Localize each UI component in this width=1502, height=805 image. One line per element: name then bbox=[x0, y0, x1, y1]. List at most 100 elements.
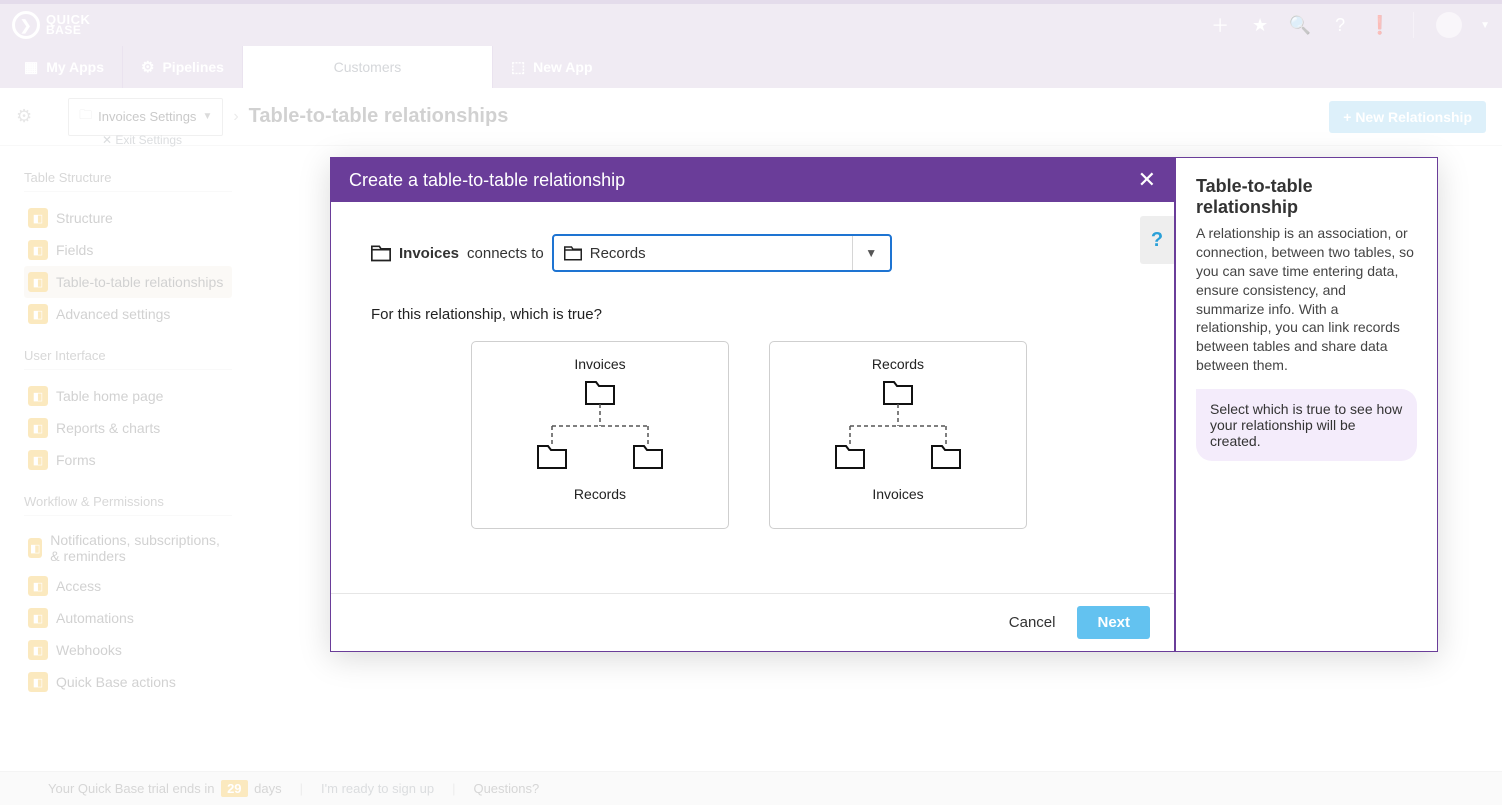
tab-customers[interactable]: Customers bbox=[243, 46, 493, 88]
sidebar-item[interactable]: ◧ Reports & charts bbox=[24, 412, 232, 444]
sidebar-item-icon: ◧ bbox=[28, 272, 48, 292]
sidebar-item-label: Structure bbox=[56, 210, 113, 226]
settings-dropdown[interactable]: 🗀 Invoices Settings ▼ bbox=[68, 98, 223, 136]
help-title: Table-to-table relationship bbox=[1196, 176, 1417, 218]
sidebar-group-title: User Interface bbox=[24, 348, 232, 370]
sidebar-item-icon: ◧ bbox=[28, 672, 48, 692]
sidebar-item-label: Quick Base actions bbox=[56, 674, 176, 690]
exit-settings[interactable]: ✕ Exit Settings bbox=[62, 128, 222, 152]
connects-to-label: connects to bbox=[467, 245, 544, 262]
sidebar-item-icon: ◧ bbox=[28, 576, 48, 596]
tab-pipelines[interactable]: ⚙Pipelines bbox=[123, 46, 243, 88]
tab-my-apps[interactable]: ▦My Apps bbox=[6, 46, 123, 88]
modal: Create a table-to-table relationship ✕ ?… bbox=[330, 157, 1438, 652]
help-panel: Table-to-table relationship A relationsh… bbox=[1176, 158, 1437, 651]
folder-icon bbox=[371, 244, 391, 262]
footer: Your Quick Base trial ends in 29 days | … bbox=[0, 771, 1502, 805]
hierarchy-icon bbox=[520, 374, 680, 484]
sidebar-item-label: Forms bbox=[56, 452, 96, 468]
next-button[interactable]: Next bbox=[1077, 606, 1150, 639]
folder-icon bbox=[564, 245, 582, 261]
cancel-button[interactable]: Cancel bbox=[1009, 614, 1056, 631]
sidebar-item-label: Notifications, subscriptions, & reminder… bbox=[50, 532, 228, 564]
sidebar-item-label: Table-to-table relationships bbox=[56, 274, 223, 290]
sidebar: Table Structure ◧ Structure ◧ Fields ◧ Table-t… bbox=[0, 146, 248, 771]
page-title: Table-to-table relationships bbox=[249, 105, 509, 128]
hierarchy-icon bbox=[818, 374, 978, 484]
sidebar-item-label: Access bbox=[56, 578, 101, 594]
card1-top: Invoices bbox=[574, 356, 625, 372]
sidebar-item-icon: ◧ bbox=[28, 608, 48, 628]
card1-bottom: Records bbox=[574, 486, 626, 502]
settings-dropdown-label: Invoices Settings bbox=[98, 109, 196, 124]
sidebar-item-label: Advanced settings bbox=[56, 306, 170, 322]
source-table: Invoices bbox=[399, 245, 459, 262]
chevron-down-icon: ▼ bbox=[202, 111, 212, 122]
sidebar-item[interactable]: ◧ Access bbox=[24, 570, 232, 602]
chevron-down-icon: ▼ bbox=[852, 236, 890, 270]
add-icon[interactable]: ＋ bbox=[1209, 14, 1231, 36]
relationship-option-1[interactable]: Invoices Records bbox=[471, 341, 729, 529]
tabs: ▦My Apps ⚙Pipelines Customers ⬚New App bbox=[0, 46, 1502, 88]
brand: ❯ QUICK BASE bbox=[12, 11, 90, 39]
star-icon[interactable]: ★ bbox=[1249, 14, 1271, 36]
sidebar-item-icon: ◧ bbox=[28, 208, 48, 228]
help-icon[interactable]: ? bbox=[1329, 14, 1351, 36]
page-header: ⚙ 🗀 Invoices Settings ▼ › Table-to-table… bbox=[0, 88, 1502, 146]
card2-top: Records bbox=[872, 356, 924, 372]
help-hint: Select which is true to see how your rel… bbox=[1196, 389, 1417, 461]
modal-help-button[interactable]: ? bbox=[1140, 216, 1174, 264]
search-icon[interactable]: 🔍 bbox=[1289, 14, 1311, 36]
sidebar-item-label: Webhooks bbox=[56, 642, 122, 658]
brand-word-1: QUICK bbox=[46, 14, 90, 26]
caret-down-icon[interactable]: ▼ bbox=[1480, 20, 1490, 31]
sidebar-item-icon: ◧ bbox=[28, 418, 48, 438]
sidebar-item-icon: ◧ bbox=[28, 538, 42, 558]
sidebar-item[interactable]: ◧ Notifications, subscriptions, & reminde… bbox=[24, 526, 232, 570]
signup-link[interactable]: I'm ready to sign up bbox=[321, 781, 434, 796]
sidebar-item[interactable]: ◧ Table home page bbox=[24, 380, 232, 412]
sidebar-item[interactable]: ◧ Structure bbox=[24, 202, 232, 234]
folder-gear-icon: 🗀 bbox=[79, 106, 92, 128]
avatar[interactable] bbox=[1436, 12, 1462, 38]
tab-new-app[interactable]: ⬚New App bbox=[493, 46, 611, 88]
sidebar-item[interactable]: ◧ Automations bbox=[24, 602, 232, 634]
sidebar-item-icon: ◧ bbox=[28, 386, 48, 406]
sidebar-item[interactable]: ◧ Table-to-table relationships bbox=[24, 266, 232, 298]
sidebar-group-title: Table Structure bbox=[24, 170, 232, 192]
trial-text: Your Quick Base trial ends in 29 days bbox=[48, 780, 282, 797]
sidebar-item-icon: ◧ bbox=[28, 240, 48, 260]
relationship-option-2[interactable]: Records Invoices bbox=[769, 341, 1027, 529]
modal-header: Create a table-to-table relationship ✕ bbox=[331, 158, 1174, 202]
help-body: A relationship is an association, or con… bbox=[1196, 224, 1417, 375]
close-icon[interactable]: ✕ bbox=[1138, 167, 1156, 193]
sidebar-item-icon: ◧ bbox=[28, 450, 48, 470]
trial-days: 29 bbox=[221, 780, 247, 797]
sidebar-item-label: Table home page bbox=[56, 388, 163, 404]
connect-row: Invoices connects to Records ▼ bbox=[371, 234, 1134, 272]
topbar: ❯ QUICK BASE ＋ ★ 🔍 ? ❗ ▼ bbox=[0, 0, 1502, 46]
sidebar-item[interactable]: ◧ Advanced settings bbox=[24, 298, 232, 330]
new-relationship-button[interactable]: + New Relationship bbox=[1329, 101, 1486, 133]
modal-footer: Cancel Next bbox=[331, 593, 1174, 651]
alert-icon[interactable]: ❗ bbox=[1369, 14, 1391, 36]
sidebar-item[interactable]: ◧ Fields bbox=[24, 234, 232, 266]
grid-icon: ▦ bbox=[24, 58, 38, 76]
cube-icon: ⬚ bbox=[511, 58, 525, 76]
questions-link[interactable]: Questions? bbox=[473, 781, 539, 796]
gear-icon[interactable]: ⚙ bbox=[16, 106, 32, 127]
brand-word-2: BASE bbox=[46, 25, 90, 36]
modal-title: Create a table-to-table relationship bbox=[349, 170, 625, 191]
select-value: Records bbox=[590, 245, 646, 262]
sidebar-item-label: Reports & charts bbox=[56, 420, 160, 436]
sidebar-item-icon: ◧ bbox=[28, 640, 48, 660]
card2-bottom: Invoices bbox=[872, 486, 923, 502]
sidebar-item-icon: ◧ bbox=[28, 304, 48, 324]
sidebar-item[interactable]: ◧ Forms bbox=[24, 444, 232, 476]
sidebar-item-label: Automations bbox=[56, 610, 134, 626]
sidebar-item[interactable]: ◧ Webhooks bbox=[24, 634, 232, 666]
brand-logo-icon: ❯ bbox=[12, 11, 40, 39]
sidebar-item[interactable]: ◧ Quick Base actions bbox=[24, 666, 232, 698]
sidebar-item-label: Fields bbox=[56, 242, 93, 258]
target-table-select[interactable]: Records ▼ bbox=[552, 234, 892, 272]
